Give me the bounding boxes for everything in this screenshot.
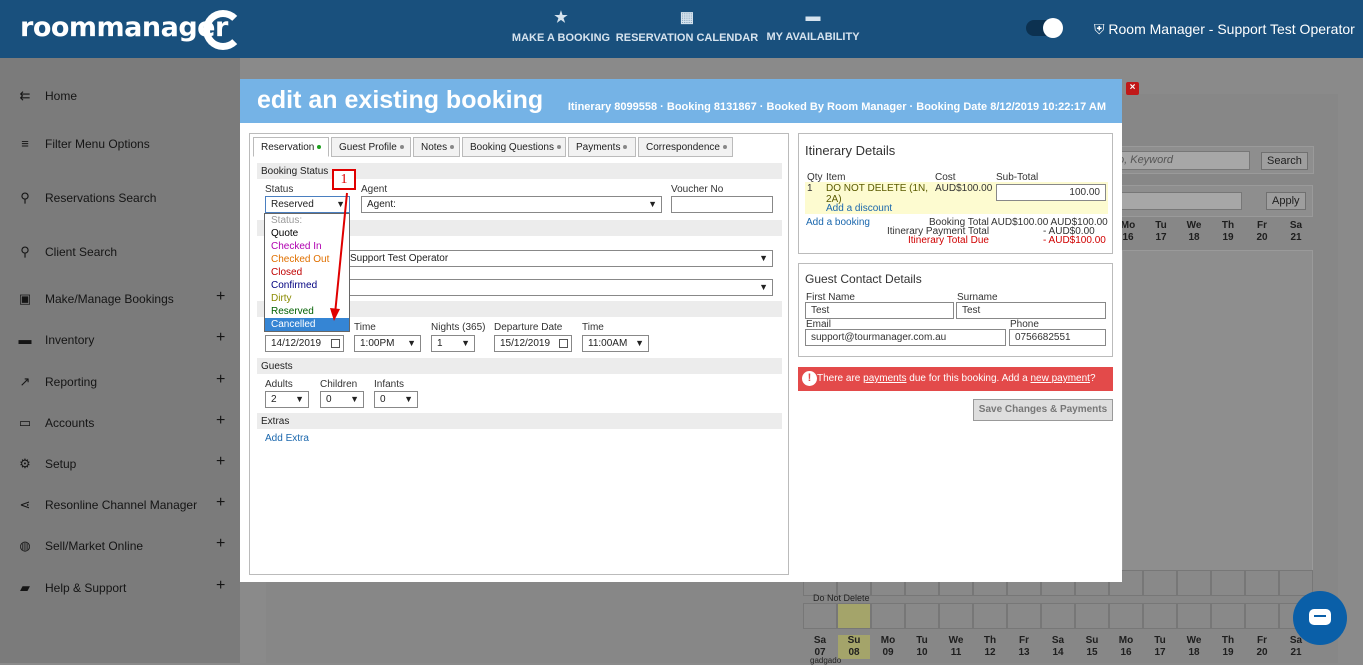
annotation-arrow-icon [330,192,348,321]
